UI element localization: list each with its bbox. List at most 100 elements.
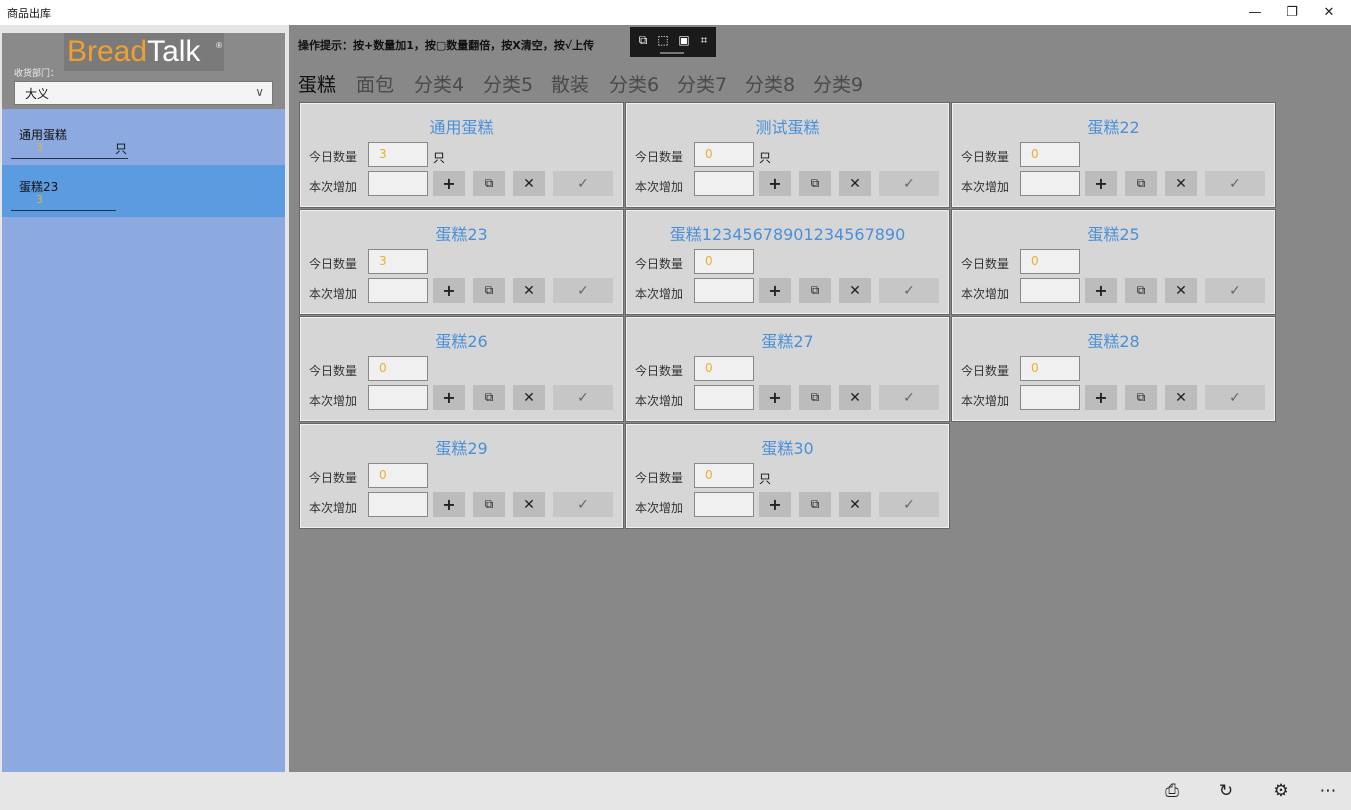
clear-button[interactable]: ✕	[1165, 278, 1197, 303]
tab-category5[interactable]: 分类5	[483, 70, 533, 97]
upload-button[interactable]: ✓	[553, 171, 613, 196]
product-title: 蛋糕26	[435, 332, 488, 351]
double-button[interactable]: ⧉	[799, 278, 831, 303]
plus-button[interactable]: +	[759, 278, 791, 303]
plus-button[interactable]: +	[759, 385, 791, 410]
tab-category4[interactable]: 分类4	[414, 70, 464, 97]
double-button[interactable]: ⧉	[1125, 171, 1157, 196]
double-button[interactable]: ⧉	[473, 385, 505, 410]
upload-button[interactable]: ✓	[879, 278, 939, 303]
today-qty-field: 0	[1020, 356, 1080, 381]
close-button[interactable]: ✕	[1311, 0, 1347, 25]
product-title: 蛋糕12345678901234567890	[669, 225, 906, 244]
add-qty-label: 本次增加	[309, 180, 358, 194]
more-icon[interactable]: ⋯	[1318, 781, 1338, 801]
add-qty-input[interactable]	[1020, 385, 1080, 410]
list-item[interactable]: 通用蛋糕 3 只	[2, 113, 285, 165]
clear-button[interactable]: ✕	[839, 278, 871, 303]
new-window-icon[interactable]: ⧉	[635, 32, 651, 48]
list-item-qty: 3	[36, 193, 43, 206]
upload-button[interactable]: ✓	[553, 492, 613, 517]
tab-category6[interactable]: 分类6	[609, 70, 659, 97]
double-button[interactable]: ⧉	[473, 492, 505, 517]
clear-button[interactable]: ✕	[839, 171, 871, 196]
plus-button[interactable]: +	[433, 171, 465, 196]
add-qty-input[interactable]	[1020, 171, 1080, 196]
adjust-icon[interactable]: ⌗	[696, 32, 712, 48]
clear-button[interactable]: ✕	[1165, 385, 1197, 410]
double-button[interactable]: ⧉	[799, 492, 831, 517]
today-qty-label: 今日数量	[635, 150, 684, 164]
upload-button[interactable]: ✓	[1205, 171, 1265, 196]
upload-button[interactable]: ✓	[879, 171, 939, 196]
dept-select[interactable]: 大义 ∨	[14, 81, 273, 105]
list-item[interactable]: 蛋糕23 3	[2, 165, 285, 217]
upload-button[interactable]: ✓	[553, 385, 613, 410]
clear-button[interactable]: ✕	[513, 385, 545, 410]
product-card: 蛋糕26 今日数量 0 本次增加 + ⧉ ✕ ✓	[299, 316, 624, 422]
clear-button[interactable]: ✕	[839, 385, 871, 410]
add-qty-input[interactable]	[694, 171, 754, 196]
double-button[interactable]: ⧉	[473, 278, 505, 303]
clear-button[interactable]: ✕	[839, 492, 871, 517]
clear-button[interactable]: ✕	[513, 492, 545, 517]
plus-button[interactable]: +	[433, 278, 465, 303]
today-qty-label: 今日数量	[309, 364, 358, 378]
add-qty-input[interactable]	[694, 385, 754, 410]
tab-category9[interactable]: 分类9	[813, 70, 863, 97]
today-qty-label: 今日数量	[635, 471, 684, 485]
plus-button[interactable]: +	[433, 492, 465, 517]
tab-bread[interactable]: 面包	[356, 70, 394, 97]
clear-button[interactable]: ✕	[1165, 171, 1197, 196]
add-qty-input[interactable]	[368, 492, 428, 517]
upload-button[interactable]: ✓	[879, 385, 939, 410]
upload-button[interactable]: ✓	[553, 278, 613, 303]
double-button[interactable]: ⧉	[1125, 385, 1157, 410]
tab-cake[interactable]: 蛋糕	[298, 70, 336, 97]
today-qty-label: 今日数量	[635, 364, 684, 378]
add-qty-input[interactable]	[694, 492, 754, 517]
plus-button[interactable]: +	[1085, 278, 1117, 303]
today-qty-label: 今日数量	[309, 150, 358, 164]
clear-button[interactable]: ✕	[513, 278, 545, 303]
main-panel: 操作提示：按+数量加1，按▢数量翻倍，按X清空，按√上传 ⧉ ⬚ ▣ ⌗ 蛋糕 …	[289, 25, 1351, 772]
product-card: 测试蛋糕 今日数量 0 只本次增加 + ⧉ ✕ ✓	[625, 102, 950, 208]
print-icon[interactable]: ⎙	[1162, 781, 1182, 801]
tab-category8[interactable]: 分类8	[745, 70, 795, 97]
product-title: 蛋糕28	[1087, 332, 1140, 351]
today-qty-field: 0	[1020, 249, 1080, 274]
add-qty-input[interactable]	[368, 171, 428, 196]
minimize-button[interactable]: —	[1237, 0, 1273, 25]
tab-category7[interactable]: 分类7	[677, 70, 727, 97]
add-qty-input[interactable]	[368, 278, 428, 303]
plus-button[interactable]: +	[759, 492, 791, 517]
toolbox-handle[interactable]	[660, 52, 684, 54]
plus-button[interactable]: +	[433, 385, 465, 410]
restore-button[interactable]: ❐	[1274, 0, 1310, 25]
add-qty-input[interactable]	[694, 278, 754, 303]
upload-button[interactable]: ✓	[1205, 385, 1265, 410]
settings-icon[interactable]: ⚙	[1271, 781, 1291, 801]
add-qty-label: 本次增加	[635, 180, 684, 194]
today-qty-field: 3	[368, 249, 428, 274]
frame-icon[interactable]: ▣	[676, 32, 692, 48]
upload-button[interactable]: ✓	[879, 492, 939, 517]
clear-button[interactable]: ✕	[513, 171, 545, 196]
refresh-icon[interactable]: ↻	[1216, 781, 1236, 801]
select-icon[interactable]: ⬚	[655, 32, 671, 48]
outbound-list: 通用蛋糕 3 只 蛋糕23 3	[2, 113, 285, 772]
tab-bulk[interactable]: 散装	[551, 70, 589, 97]
plus-button[interactable]: +	[759, 171, 791, 196]
plus-button[interactable]: +	[1085, 171, 1117, 196]
add-qty-input[interactable]	[1020, 278, 1080, 303]
double-button[interactable]: ⧉	[1125, 278, 1157, 303]
double-button[interactable]: ⧉	[799, 385, 831, 410]
double-button[interactable]: ⧉	[799, 171, 831, 196]
double-button[interactable]: ⧉	[473, 171, 505, 196]
plus-button[interactable]: +	[1085, 385, 1117, 410]
operation-hint: 操作提示：按+数量加1，按▢数量翻倍，按X清空，按√上传	[298, 39, 595, 52]
today-qty-field: 0	[694, 356, 754, 381]
add-qty-input[interactable]	[368, 385, 428, 410]
upload-button[interactable]: ✓	[1205, 278, 1265, 303]
product-title: 蛋糕25	[1087, 225, 1140, 244]
